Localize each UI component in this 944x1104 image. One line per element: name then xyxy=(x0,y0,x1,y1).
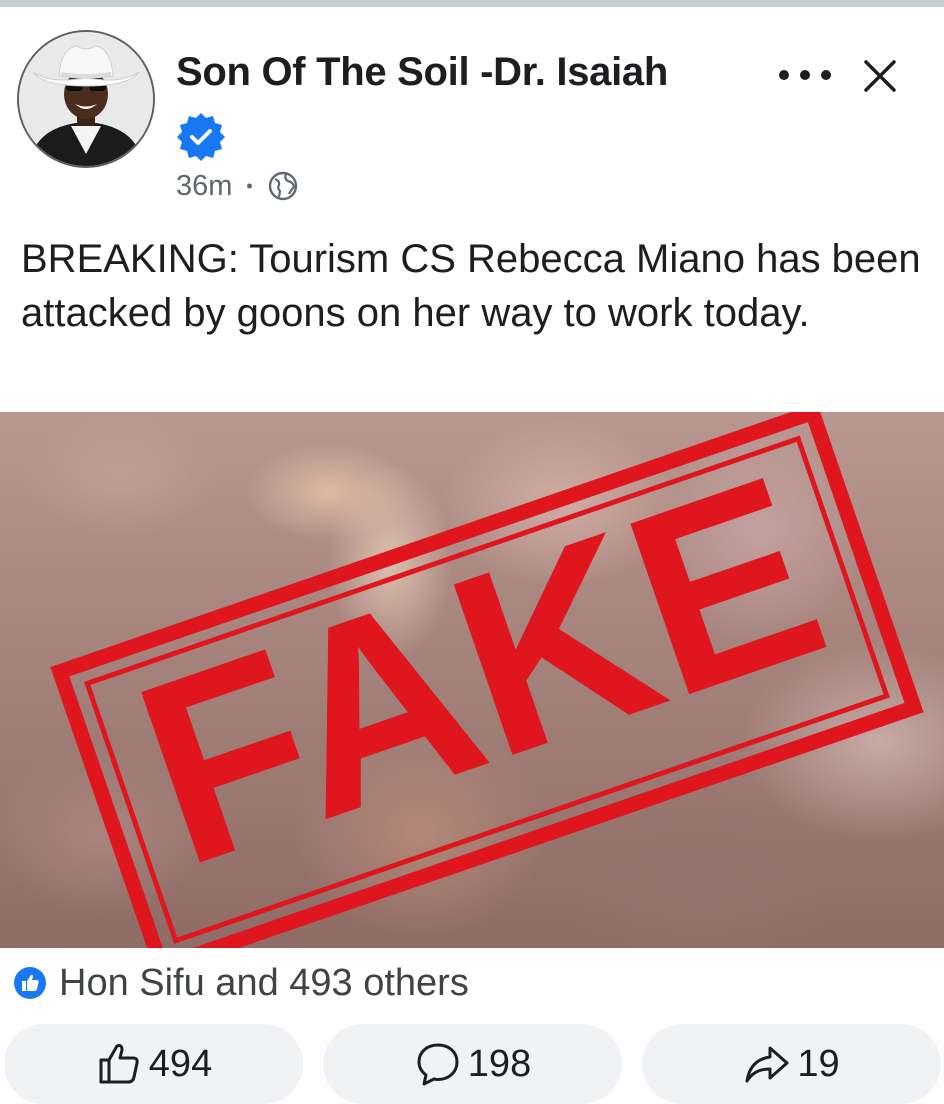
top-divider xyxy=(0,0,944,7)
post-text: BREAKING: Tourism CS Rebecca Miano has b… xyxy=(21,237,921,335)
stamp-text: FAKE xyxy=(106,419,854,921)
author-avatar[interactable] xyxy=(17,30,155,168)
like-count: 494 xyxy=(148,1042,213,1085)
comment-icon xyxy=(417,1043,459,1086)
thumbs-up-icon xyxy=(99,1044,139,1084)
comment-button[interactable]: 198 xyxy=(323,1024,622,1104)
reactions-summary[interactable]: Hon Sifu and 493 others xyxy=(13,960,469,1006)
share-count: 19 xyxy=(797,1042,840,1085)
share-icon xyxy=(745,1046,789,1083)
author-name[interactable]: Son Of The Soil -Dr. Isaiah xyxy=(176,50,668,95)
comment-count: 198 xyxy=(467,1042,532,1085)
like-badge-icon xyxy=(14,967,46,999)
globe-icon xyxy=(268,171,297,201)
post-image[interactable]: FAKE xyxy=(0,412,944,948)
fake-stamp: FAKE xyxy=(50,412,924,948)
reactions-text: Hon Sifu and 493 others xyxy=(59,961,469,1004)
post-meta: 36m • xyxy=(176,168,299,204)
close-icon[interactable] xyxy=(862,58,898,94)
avatar-photo xyxy=(19,32,153,166)
verified-badge-icon xyxy=(177,113,225,161)
post-time[interactable]: 36m xyxy=(176,170,232,203)
share-button[interactable]: 19 xyxy=(642,1024,941,1104)
more-options-button[interactable] xyxy=(776,62,836,88)
like-button[interactable]: 494 xyxy=(4,1024,303,1104)
meta-separator: • xyxy=(246,175,253,196)
